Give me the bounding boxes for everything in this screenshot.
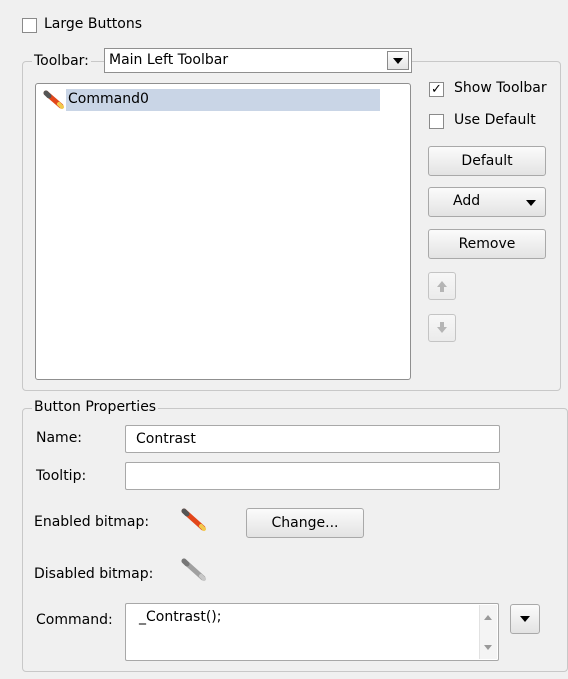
tooltip-label: Tooltip:: [36, 468, 87, 484]
arrow-down-icon: [437, 322, 447, 333]
scroll-down-icon[interactable]: [484, 645, 492, 650]
button-properties-title: Button Properties: [32, 399, 159, 415]
list-item-label: Command0: [68, 91, 149, 107]
change-button-label: Change...: [271, 515, 339, 531]
show-toolbar-checkbox[interactable]: ✓: [429, 82, 444, 97]
toolbar-select[interactable]: Main Left Toolbar: [104, 48, 412, 73]
enabled-bitmap-label: Enabled bitmap:: [34, 514, 150, 530]
remove-button-label: Remove: [458, 236, 516, 252]
chevron-down-icon: [520, 616, 530, 622]
pencil-icon: [180, 507, 208, 537]
large-buttons-checkbox[interactable]: [22, 18, 37, 33]
default-button-label: Default: [461, 153, 513, 169]
chevron-down-icon: [526, 200, 536, 206]
move-down-button[interactable]: [428, 314, 456, 342]
add-button[interactable]: Add: [428, 187, 546, 217]
name-field-value: Contrast: [136, 431, 196, 447]
remove-button[interactable]: Remove: [428, 229, 546, 259]
toolbar-label: Toolbar:: [32, 53, 91, 69]
arrow-up-icon: [437, 281, 447, 292]
command-menu-button[interactable]: [510, 604, 540, 634]
scroll-up-icon[interactable]: [484, 615, 492, 620]
name-label: Name:: [36, 430, 83, 446]
toolbar-select-arrow-button[interactable]: [387, 51, 409, 70]
command-scrollbar[interactable]: [479, 605, 497, 659]
name-field[interactable]: Contrast: [125, 425, 500, 453]
command-label: Command:: [36, 612, 113, 628]
list-item[interactable]: Command0: [39, 89, 380, 111]
toolbar-select-value: Main Left Toolbar: [109, 52, 229, 68]
tooltip-field[interactable]: [125, 462, 500, 490]
add-button-label: Add: [453, 193, 481, 209]
use-default-label: Use Default: [454, 112, 536, 128]
pencil-icon: [42, 90, 66, 114]
command-value: _Contrast();: [139, 609, 222, 625]
command-list[interactable]: Command0: [35, 83, 411, 380]
pencil-disabled-icon: [180, 557, 208, 587]
move-up-button[interactable]: [428, 272, 456, 300]
default-button[interactable]: Default: [428, 146, 546, 176]
show-toolbar-label: Show Toolbar: [454, 80, 547, 96]
command-textarea[interactable]: _Contrast();: [125, 603, 499, 661]
large-buttons-label: Large Buttons: [44, 16, 143, 32]
disabled-bitmap-label: Disabled bitmap:: [34, 566, 154, 582]
change-button[interactable]: Change...: [246, 508, 364, 538]
chevron-down-icon: [393, 57, 403, 64]
use-default-checkbox[interactable]: [429, 114, 444, 129]
checkmark-icon: ✓: [431, 82, 442, 97]
